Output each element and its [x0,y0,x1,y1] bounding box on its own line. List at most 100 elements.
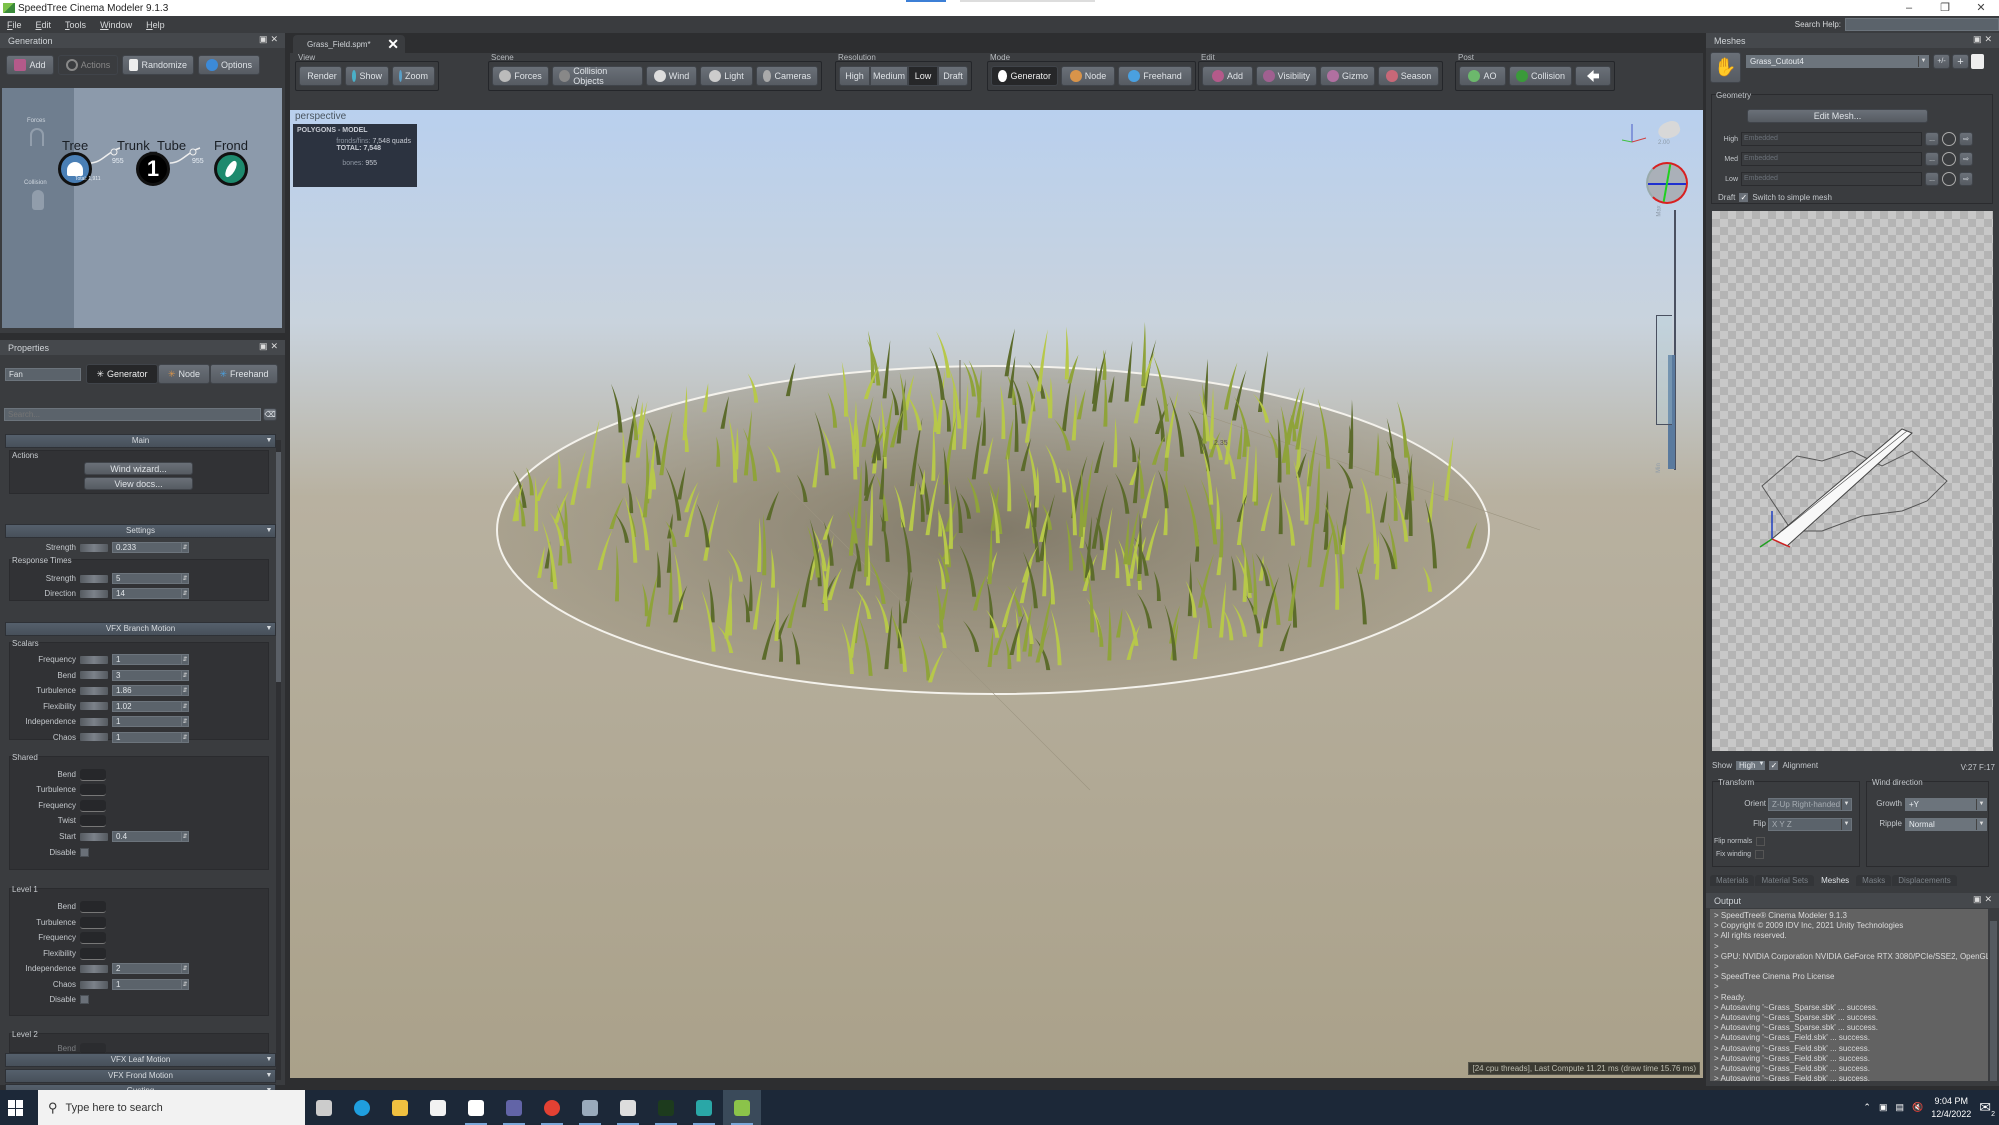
independence-slider[interactable] [80,717,108,726]
orient-select[interactable]: Z-Up Right-handed ▼ [1768,798,1852,811]
volume-muted-icon[interactable]: 🔇 [1912,1102,1923,1113]
search-help-input[interactable] [1845,18,1999,31]
toolbar-season-button[interactable]: Season [1378,66,1439,86]
response-strength-input[interactable]: 5 [112,573,182,584]
close-panel-icon[interactable]: ✕ [1984,34,1995,44]
frequency-input[interactable]: 1 [112,654,182,665]
toolbar-ao-button[interactable]: AO [1459,66,1506,86]
clock[interactable]: 9:04 PM 12/4/2022 [1931,1095,1971,1121]
strength-slider[interactable] [80,543,108,552]
spinner[interactable]: ⇵ [182,654,189,665]
independence-input[interactable]: 1 [112,716,182,727]
bend-slider[interactable] [80,671,108,679]
menu-window[interactable]: Window [93,20,139,30]
flip-select[interactable]: X Y Z ▼ [1768,818,1852,831]
flip-normals-checkbox[interactable] [1756,837,1766,846]
import-icon[interactable]: ⇨ [1959,152,1973,166]
gust-range[interactable] [1656,315,1672,425]
close-panel-icon[interactable]: ✕ [270,34,281,44]
toolbar-back-button[interactable] [1575,66,1611,86]
show-lod-select[interactable]: High ▼ [1736,761,1766,770]
taskbar-store-icon[interactable] [419,1090,457,1125]
close-window-button[interactable]: ✕ [1963,0,1999,16]
spinner[interactable]: ⇵ [182,716,189,727]
reload-icon[interactable] [1942,172,1956,186]
close-tab-icon[interactable]: ✕ [387,36,399,53]
mesh-plus-minus-button[interactable]: +/- [1933,54,1950,69]
toolbar-visibility-button[interactable]: Visibility [1256,66,1317,86]
network-icon[interactable]: ▤ [1895,1102,1904,1113]
l1-frequency-curve-editor[interactable] [80,931,106,944]
gen-randomize-button[interactable]: Randomize [122,55,194,75]
toolbar-high-button[interactable]: High [839,66,870,86]
toolbar-show-button[interactable]: Show [345,66,389,86]
output-scrollbar[interactable] [1990,909,1997,1081]
document-tab[interactable]: Grass_Field.spm* ✕ [293,35,405,53]
chaos-slider[interactable] [80,733,108,741]
turbulence-input[interactable]: 1.86 [112,685,182,696]
minimize-button[interactable]: – [1891,0,1927,16]
taskbar-camera-app-icon[interactable] [609,1090,647,1125]
float-panel-icon[interactable]: ▣ [259,341,271,351]
frequency-slider[interactable] [80,655,108,664]
fix-winding-checkbox[interactable] [1755,850,1765,859]
start-input[interactable]: 0.4 [112,831,182,842]
spinner[interactable]: ⇵ [182,685,189,696]
lod-file-field[interactable]: Embedded [1741,172,1922,186]
strength-input[interactable]: 0.233 [112,542,182,553]
mesh-preview[interactable] [1712,211,1993,751]
response-direction-slider[interactable] [80,589,108,598]
lod-file-field[interactable]: Embedded [1741,132,1922,146]
flexibility-input[interactable]: 1.02 [112,700,182,712]
browse-button[interactable]: ... [1925,152,1939,166]
toolbar-cameras-button[interactable]: Cameras [756,66,818,86]
float-panel-icon[interactable]: ▣ [1973,34,1985,44]
tab-meshes[interactable]: Meshes [1815,875,1856,886]
properties-search-input[interactable] [4,408,261,421]
toolbar-medium-button[interactable]: Medium [870,66,908,86]
edit-mesh-button[interactable]: Edit Mesh... [1747,109,1928,123]
flexibility-slider[interactable] [80,702,108,710]
spinner[interactable]: ⇵ [182,700,189,712]
menu-help[interactable]: Help [139,20,172,30]
turbulence-curve-editor[interactable] [80,783,106,796]
strength-spinner[interactable]: ⇵ [182,542,189,553]
toolbar-collision-objects-button[interactable]: Collision Objects [552,66,643,86]
menu-edit[interactable]: Edit [29,20,59,30]
ripple-select[interactable]: Normal ▼ [1905,818,1987,831]
import-icon[interactable]: ⇨ [1959,172,1973,186]
shared-disable-checkbox[interactable] [80,848,89,857]
spinner[interactable]: ⇵ [182,669,189,681]
turbulence-slider[interactable] [80,686,108,695]
view-docs-button[interactable]: View docs... [84,477,193,490]
toolbar-low-button[interactable]: Low [908,66,938,86]
start-slider[interactable] [80,832,108,841]
section-vfx-frond[interactable]: VFX Frond Motion ▼ [5,1069,276,1083]
prop-node-tab[interactable]: ✳ Node [158,364,210,384]
reload-icon[interactable] [1942,152,1956,166]
chevron-up-icon[interactable]: ⌃ [1863,1102,1871,1113]
browse-button[interactable]: ... [1925,132,1939,146]
alignment-checkbox[interactable]: ✓ [1769,761,1779,770]
growth-select[interactable]: +Y ▼ [1905,798,1987,811]
gen-add-button[interactable]: Add [6,55,54,75]
toolbar-node-button[interactable]: Node [1061,66,1115,86]
taskbar-task-view-icon[interactable] [305,1090,343,1125]
taskbar-app-generic-icon[interactable] [571,1090,609,1125]
toolbar-forces-button[interactable]: Forces [492,66,549,86]
l1-chaos-input[interactable]: 1 [112,979,182,990]
gen-actions-button[interactable]: Actions [58,55,118,75]
clear-search-button[interactable]: ⌫ [263,408,277,421]
chaos-input[interactable]: 1 [112,731,182,743]
section-vfx-branch[interactable]: VFX Branch Motion ▼ [5,622,276,636]
wind-wizard-button[interactable]: Wind wizard... [84,462,193,475]
menu-file[interactable]: File [0,20,29,30]
lod-file-field[interactable]: Embedded [1741,152,1922,166]
toolbar-add-button[interactable]: Add [1202,66,1253,86]
spinner[interactable]: ⇵ [182,963,189,974]
section-vfx-leaf[interactable]: VFX Leaf Motion ▼ [5,1053,276,1067]
toolbar-freehand-button[interactable]: Freehand [1118,66,1192,86]
browse-button[interactable]: ... [1925,172,1939,186]
hand-tool-button[interactable]: ✋ [1710,52,1741,83]
l1-flexibility-curve-editor[interactable] [80,947,106,960]
